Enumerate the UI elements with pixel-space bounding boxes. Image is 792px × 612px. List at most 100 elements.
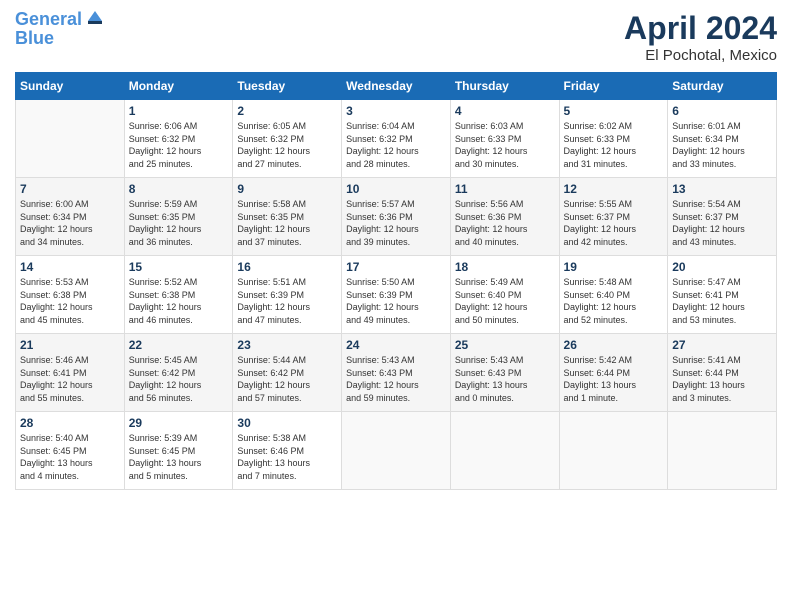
day-info: Sunrise: 5:54 AM Sunset: 6:37 PM Dayligh… (672, 198, 772, 248)
day-info: Sunrise: 5:57 AM Sunset: 6:36 PM Dayligh… (346, 198, 446, 248)
day-number: 9 (237, 182, 337, 196)
day-number: 6 (672, 104, 772, 118)
calendar-cell: 11 Sunrise: 5:56 AM Sunset: 6:36 PM Dayli… (450, 178, 559, 256)
calendar-week-3: 14Sunrise: 5:53 AM Sunset: 6:38 PM Dayli… (16, 256, 777, 334)
calendar-cell: 12 Sunrise: 5:55 AM Sunset: 6:37 PM Dayli… (559, 178, 668, 256)
day-number: 7 (20, 182, 120, 196)
day-info: Sunrise: 5:47 AM Sunset: 6:41 PM Dayligh… (672, 276, 772, 326)
day-number: 20 (672, 260, 772, 274)
calendar-cell: 27 Sunrise: 5:41 AM Sunset: 6:44 PM Dayli… (668, 334, 777, 412)
day-info: Sunrise: 5:43 AM Sunset: 6:43 PM Dayligh… (346, 354, 446, 404)
weekday-header-monday: Monday (124, 73, 233, 100)
calendar-cell: 7 Sunrise: 6:00 AM Sunset: 6:34 PM Daylig… (16, 178, 125, 256)
weekday-header-friday: Friday (559, 73, 668, 100)
calendar-cell: 16 Sunrise: 5:51 AM Sunset: 6:39 PM Dayli… (233, 256, 342, 334)
day-info: Sunrise: 5:50 AM Sunset: 6:39 PM Dayligh… (346, 276, 446, 326)
calendar-cell: 21 Sunrise: 5:46 AM Sunset: 6:41 PM Dayli… (16, 334, 125, 412)
calendar-week-2: 7 Sunrise: 6:00 AM Sunset: 6:34 PM Daylig… (16, 178, 777, 256)
weekday-header-wednesday: Wednesday (342, 73, 451, 100)
day-info: Sunrise: 6:06 AM Sunset: 6:32 PM Dayligh… (129, 120, 229, 170)
day-info: Sunrise: 5:56 AM Sunset: 6:36 PM Dayligh… (455, 198, 555, 248)
calendar-cell: 2Sunrise: 6:05 AM Sunset: 6:32 PM Daylig… (233, 100, 342, 178)
calendar-cell: 5 Sunrise: 6:02 AM Sunset: 6:33 PM Daylig… (559, 100, 668, 178)
day-number: 18 (455, 260, 555, 274)
title-block: April 2024 El Pochotal, Mexico (624, 10, 777, 64)
day-number: 17 (346, 260, 446, 274)
day-number: 14 (20, 260, 120, 274)
day-number: 5 (564, 104, 664, 118)
page-header: General Blue April 2024 El Pochotal, Mex… (15, 10, 777, 64)
logo-icon (84, 7, 106, 29)
day-info: Sunrise: 5:48 AM Sunset: 6:40 PM Dayligh… (564, 276, 664, 326)
calendar-cell: 20 Sunrise: 5:47 AM Sunset: 6:41 PM Dayli… (668, 256, 777, 334)
day-number: 15 (129, 260, 229, 274)
day-number: 8 (129, 182, 229, 196)
calendar-cell: 14Sunrise: 5:53 AM Sunset: 6:38 PM Dayli… (16, 256, 125, 334)
calendar-cell: 28Sunrise: 5:40 AM Sunset: 6:45 PM Dayli… (16, 412, 125, 490)
day-number: 22 (129, 338, 229, 352)
day-info: Sunrise: 5:55 AM Sunset: 6:37 PM Dayligh… (564, 198, 664, 248)
calendar-week-1: 1 Sunrise: 6:06 AM Sunset: 6:32 PM Daylig… (16, 100, 777, 178)
day-number: 30 (237, 416, 337, 430)
calendar-cell (342, 412, 451, 490)
day-number: 12 (564, 182, 664, 196)
day-info: Sunrise: 5:51 AM Sunset: 6:39 PM Dayligh… (237, 276, 337, 326)
day-number: 4 (455, 104, 555, 118)
day-info: Sunrise: 5:39 AM Sunset: 6:45 PM Dayligh… (129, 432, 229, 482)
calendar-cell (16, 100, 125, 178)
weekday-header-row: SundayMondayTuesdayWednesdayThursdayFrid… (16, 73, 777, 100)
day-number: 23 (237, 338, 337, 352)
day-info: Sunrise: 6:00 AM Sunset: 6:34 PM Dayligh… (20, 198, 120, 248)
day-number: 24 (346, 338, 446, 352)
day-number: 27 (672, 338, 772, 352)
calendar-cell: 10 Sunrise: 5:57 AM Sunset: 6:36 PM Dayli… (342, 178, 451, 256)
calendar-cell: 1 Sunrise: 6:06 AM Sunset: 6:32 PM Daylig… (124, 100, 233, 178)
day-number: 28 (20, 416, 120, 430)
day-number: 19 (564, 260, 664, 274)
location: El Pochotal, Mexico (624, 47, 777, 64)
day-info: Sunrise: 5:46 AM Sunset: 6:41 PM Dayligh… (20, 354, 120, 404)
calendar-cell: 19 Sunrise: 5:48 AM Sunset: 6:40 PM Dayli… (559, 256, 668, 334)
calendar-week-5: 28Sunrise: 5:40 AM Sunset: 6:45 PM Dayli… (16, 412, 777, 490)
day-number: 13 (672, 182, 772, 196)
day-info: Sunrise: 5:44 AM Sunset: 6:42 PM Dayligh… (237, 354, 337, 404)
weekday-header-sunday: Sunday (16, 73, 125, 100)
day-number: 29 (129, 416, 229, 430)
calendar-cell: 29 Sunrise: 5:39 AM Sunset: 6:45 PM Dayli… (124, 412, 233, 490)
weekday-header-tuesday: Tuesday (233, 73, 342, 100)
day-number: 10 (346, 182, 446, 196)
calendar-cell: 22 Sunrise: 5:45 AM Sunset: 6:42 PM Dayli… (124, 334, 233, 412)
day-info: Sunrise: 5:58 AM Sunset: 6:35 PM Dayligh… (237, 198, 337, 248)
weekday-header-thursday: Thursday (450, 73, 559, 100)
day-info: Sunrise: 6:04 AM Sunset: 6:32 PM Dayligh… (346, 120, 446, 170)
calendar-cell: 4Sunrise: 6:03 AM Sunset: 6:33 PM Daylig… (450, 100, 559, 178)
calendar-week-4: 21 Sunrise: 5:46 AM Sunset: 6:41 PM Dayli… (16, 334, 777, 412)
calendar-cell (559, 412, 668, 490)
logo-blue: Blue (15, 28, 106, 49)
calendar-cell: 3Sunrise: 6:04 AM Sunset: 6:32 PM Daylig… (342, 100, 451, 178)
day-info: Sunrise: 5:59 AM Sunset: 6:35 PM Dayligh… (129, 198, 229, 248)
day-info: Sunrise: 5:41 AM Sunset: 6:44 PM Dayligh… (672, 354, 772, 404)
day-number: 25 (455, 338, 555, 352)
calendar-cell: 24 Sunrise: 5:43 AM Sunset: 6:43 PM Dayli… (342, 334, 451, 412)
day-info: Sunrise: 6:02 AM Sunset: 6:33 PM Dayligh… (564, 120, 664, 170)
day-number: 1 (129, 104, 229, 118)
day-info: Sunrise: 5:52 AM Sunset: 6:38 PM Dayligh… (129, 276, 229, 326)
day-number: 21 (20, 338, 120, 352)
day-info: Sunrise: 5:43 AM Sunset: 6:43 PM Dayligh… (455, 354, 555, 404)
day-info: Sunrise: 5:45 AM Sunset: 6:42 PM Dayligh… (129, 354, 229, 404)
day-number: 16 (237, 260, 337, 274)
calendar-cell: 18Sunrise: 5:49 AM Sunset: 6:40 PM Dayli… (450, 256, 559, 334)
calendar-cell (450, 412, 559, 490)
calendar-cell: 30 Sunrise: 5:38 AM Sunset: 6:46 PM Dayli… (233, 412, 342, 490)
calendar-cell: 25 Sunrise: 5:43 AM Sunset: 6:43 PM Dayli… (450, 334, 559, 412)
logo: General Blue (15, 10, 106, 49)
month-title: April 2024 (624, 10, 777, 47)
calendar-cell: 17 Sunrise: 5:50 AM Sunset: 6:39 PM Dayli… (342, 256, 451, 334)
calendar-cell (668, 412, 777, 490)
day-number: 11 (455, 182, 555, 196)
calendar-cell: 26Sunrise: 5:42 AM Sunset: 6:44 PM Dayli… (559, 334, 668, 412)
day-info: Sunrise: 5:38 AM Sunset: 6:46 PM Dayligh… (237, 432, 337, 482)
calendar-cell: 9 Sunrise: 5:58 AM Sunset: 6:35 PM Daylig… (233, 178, 342, 256)
day-number: 26 (564, 338, 664, 352)
